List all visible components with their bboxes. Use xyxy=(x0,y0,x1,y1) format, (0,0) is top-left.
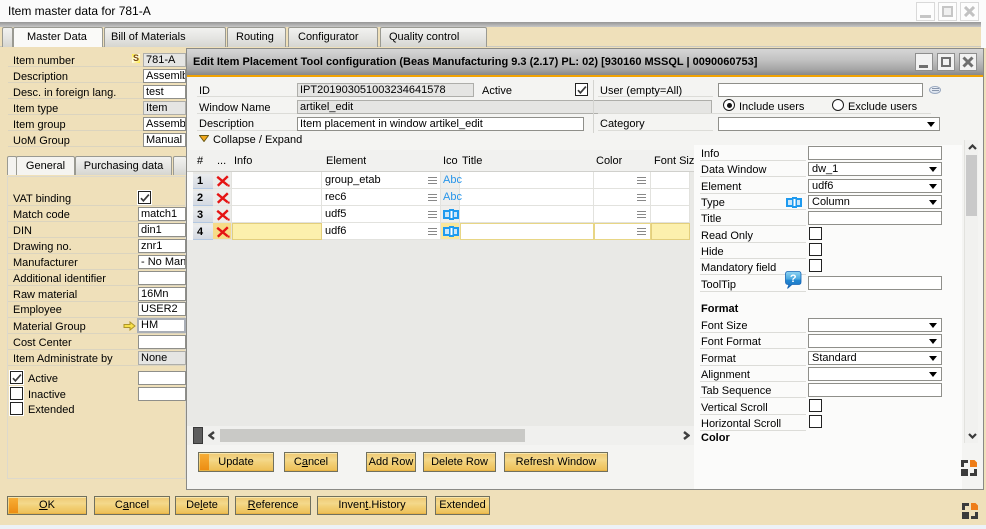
svg-text:?: ? xyxy=(790,273,797,285)
